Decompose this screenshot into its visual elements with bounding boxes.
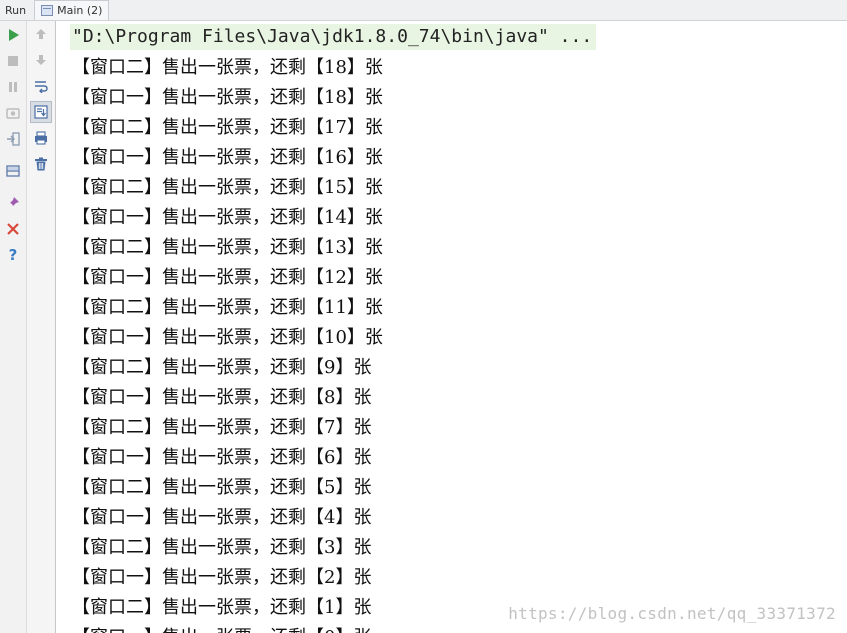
console-line: 【窗口二】售出一张票，还剩【11】张 bbox=[72, 297, 383, 318]
command-line: "D:\Program Files\Java\jdk1.8.0_74\bin\j… bbox=[70, 24, 597, 50]
console-line: 【窗口二】售出一张票，还剩【13】张 bbox=[72, 237, 383, 258]
previous-occurrence-button[interactable] bbox=[31, 24, 51, 44]
close-button[interactable] bbox=[3, 219, 23, 239]
exit-icon bbox=[7, 132, 20, 146]
console-line: 【窗口一】售出一张票，还剩【2】张 bbox=[72, 567, 372, 588]
console-line: 【窗口二】售出一张票，还剩【1】张 bbox=[72, 597, 372, 618]
console-tab-icon bbox=[41, 5, 54, 16]
trash-icon bbox=[35, 157, 47, 171]
dump-threads-icon bbox=[6, 108, 20, 119]
help-button[interactable]: ? bbox=[3, 245, 23, 265]
console-line: 【窗口二】售出一张票，还剩【18】张 bbox=[72, 57, 383, 78]
restore-layout-button[interactable] bbox=[3, 161, 23, 181]
console-output[interactable]: "D:\Program Files\Java\jdk1.8.0_74\bin\j… bbox=[56, 21, 847, 633]
pause-button[interactable] bbox=[3, 77, 23, 97]
console-line: 【窗口一】售出一张票，还剩【6】张 bbox=[72, 447, 372, 468]
tab-main-label: Main (2) bbox=[57, 4, 103, 17]
console-line: 【窗口一】售出一张票，还剩【14】张 bbox=[72, 207, 383, 228]
next-occurrence-button[interactable] bbox=[31, 50, 51, 70]
console-line: 【窗口一】售出一张票，还剩【12】张 bbox=[72, 267, 383, 288]
pin-icon bbox=[7, 197, 19, 209]
console-line: 【窗口二】售出一张票，还剩【7】张 bbox=[72, 417, 372, 438]
scroll-to-end-button[interactable] bbox=[30, 101, 52, 123]
stop-button[interactable] bbox=[3, 51, 23, 71]
help-icon: ? bbox=[8, 245, 18, 264]
run-tool-window-header: Run Main (2) bbox=[0, 0, 847, 21]
run-icon bbox=[9, 29, 19, 41]
soft-wrap-button[interactable] bbox=[31, 76, 51, 96]
console-toolbar bbox=[27, 21, 56, 633]
stop-icon bbox=[8, 56, 18, 66]
console-line: 【窗口一】售出一张票，还剩【18】张 bbox=[72, 87, 383, 108]
soft-wrap-icon bbox=[35, 81, 48, 93]
console-line: 【窗口一】售出一张票，还剩【10】张 bbox=[72, 327, 383, 348]
console-line: 【窗口二】售出一张票，还剩【3】张 bbox=[72, 537, 372, 558]
print-icon bbox=[35, 131, 47, 145]
up-arrow-icon bbox=[36, 29, 46, 39]
scroll-to-end-icon bbox=[34, 105, 48, 119]
tab-main[interactable]: Main (2) bbox=[34, 0, 110, 20]
watermark: https://blog.csdn.net/qq_33371372 bbox=[508, 604, 836, 623]
console-line: 【窗口二】售出一张票，还剩【15】张 bbox=[72, 177, 383, 198]
console-line: 【窗口一】售出一张票，还剩【4】张 bbox=[72, 507, 372, 528]
clear-all-button[interactable] bbox=[31, 154, 51, 174]
pin-button[interactable] bbox=[3, 193, 23, 213]
restore-layout-icon bbox=[6, 165, 20, 177]
run-label: Run bbox=[5, 3, 27, 17]
pause-icon bbox=[9, 82, 17, 92]
dump-threads-button[interactable] bbox=[3, 103, 23, 123]
console-line: 【窗口一】售出一张票，还剩【8】张 bbox=[72, 387, 372, 408]
exit-button[interactable] bbox=[3, 129, 23, 149]
console-line: 【窗口二】售出一张票，还剩【9】张 bbox=[72, 357, 372, 378]
console-line: 【窗口一】售出一张票，还剩【0】张 bbox=[72, 623, 371, 633]
console-line: 【窗口二】售出一张票，还剩【17】张 bbox=[72, 117, 383, 138]
rerun-button[interactable] bbox=[3, 25, 23, 45]
console-line: 【窗口一】售出一张票，还剩【16】张 bbox=[72, 147, 383, 168]
run-toolbar-left: ? bbox=[0, 21, 27, 633]
down-arrow-icon bbox=[36, 55, 46, 65]
close-icon bbox=[7, 223, 19, 235]
console-line: 【窗口二】售出一张票，还剩【5】张 bbox=[72, 477, 372, 498]
print-button[interactable] bbox=[31, 128, 51, 148]
